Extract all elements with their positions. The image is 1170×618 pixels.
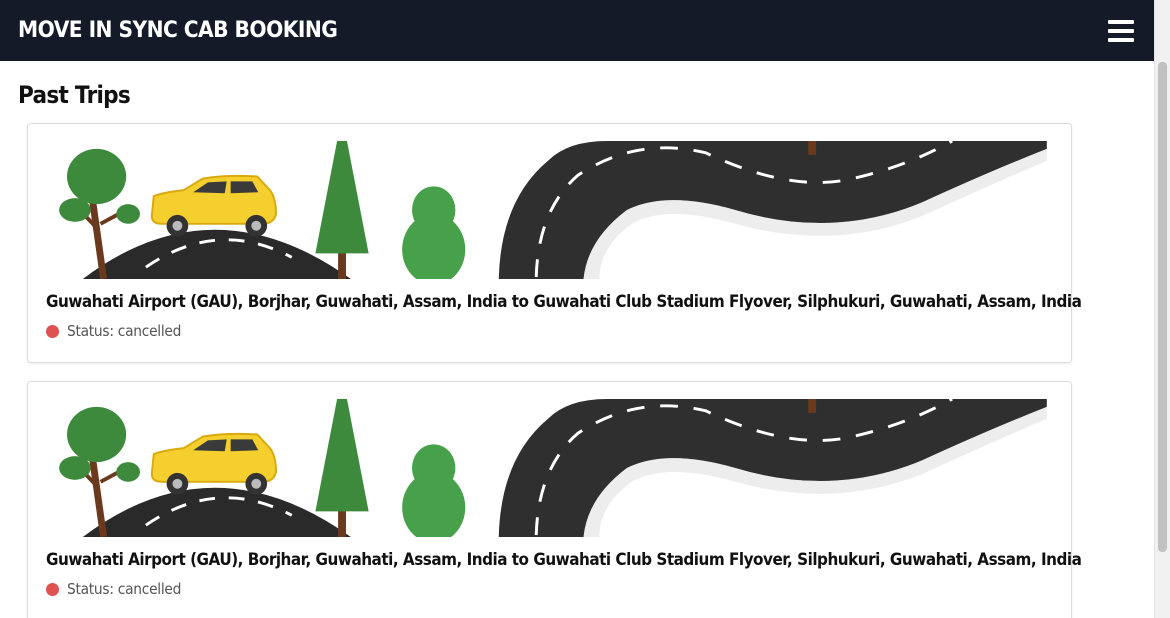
hamburger-bar [1108, 28, 1134, 33]
main-content: Past Trips Guwahati Airport (GAU), Borjh… [0, 61, 1154, 618]
app-title: MOVE IN SYNC CAB BOOKING [18, 18, 338, 43]
status-dot-icon [46, 582, 59, 596]
status-dot-icon [46, 324, 59, 338]
trip-illustration-image [48, 399, 1054, 537]
trip-route: Guwahati Airport (GAU), Borjhar, Guwahat… [46, 550, 1082, 570]
hamburger-bar [1108, 19, 1134, 24]
trip-route: Guwahati Airport (GAU), Borjhar, Guwahat… [46, 292, 1082, 312]
status-text: Status: cancelled [67, 580, 182, 598]
trip-card[interactable]: Guwahati Airport (GAU), Borjhar, Guwahat… [27, 123, 1082, 363]
vertical-scrollbar[interactable] [1154, 0, 1170, 618]
status-text: Status: cancelled [67, 322, 182, 340]
hamburger-menu-icon[interactable] [1108, 19, 1134, 42]
hamburger-bar [1108, 37, 1134, 42]
page-title: Past Trips [18, 81, 131, 109]
top-navbar: MOVE IN SYNC CAB BOOKING [0, 0, 1154, 61]
trip-card[interactable]: Guwahati Airport (GAU), Borjhar, Guwahat… [27, 381, 1082, 618]
trip-status: Status: cancelled [46, 322, 191, 340]
trip-status: Status: cancelled [46, 580, 191, 598]
trip-illustration-image [48, 141, 1054, 279]
scrollbar-thumb[interactable] [1158, 62, 1167, 552]
